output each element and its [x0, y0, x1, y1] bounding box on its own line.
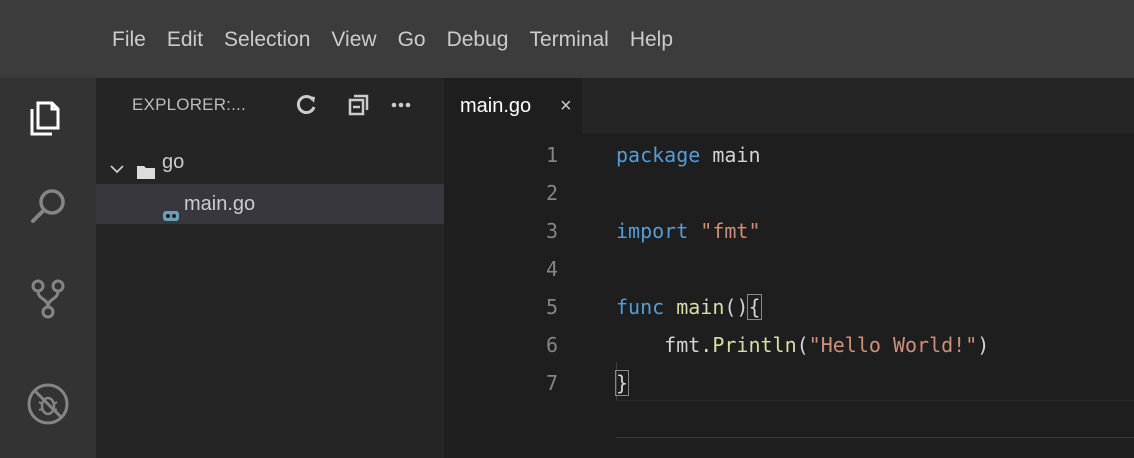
search-icon[interactable] — [24, 182, 72, 230]
keyword-token: import — [616, 219, 689, 243]
menu-edit[interactable]: Edit — [167, 22, 203, 58]
code-text: fmt.Println("Hello World!") — [616, 326, 989, 364]
code-text: func main(){ — [616, 288, 762, 326]
folder-label: go — [162, 151, 185, 173]
folder-icon — [136, 154, 156, 179]
menu-debug[interactable]: Debug — [447, 22, 509, 58]
menu-list: File Edit Selection View Go Debug Termin… — [112, 22, 694, 58]
paren-token: () — [724, 295, 749, 319]
code-line: 6 fmt.Println("Hello World!") — [444, 326, 1134, 364]
code-line: 4 — [444, 250, 1134, 288]
identifier-token: fmt. — [616, 333, 713, 357]
line-number: 2 — [545, 181, 558, 205]
explorer-header: EXPLORER:... — [96, 78, 444, 138]
file-label: main.go — [184, 193, 256, 215]
debug-icon[interactable] — [24, 380, 72, 428]
code-text: package main — [616, 136, 761, 174]
collapse-all-icon[interactable] — [346, 92, 372, 118]
string-token: "Hello World!" — [808, 333, 978, 357]
code-line: 5 func main(){ — [444, 288, 1134, 326]
keyword-token: package — [616, 143, 701, 167]
tab-main-go[interactable]: main.go × — [444, 78, 582, 134]
menu-bar: File Edit Selection View Go Debug Termin… — [0, 0, 1134, 78]
paren-token: ( — [796, 333, 809, 357]
refresh-icon[interactable] — [294, 92, 320, 118]
function-token: Println — [712, 333, 797, 357]
string-token: "fmt" — [688, 219, 761, 243]
source-control-icon[interactable] — [24, 274, 72, 322]
paren-token: ) — [977, 333, 990, 357]
menu-help[interactable]: Help — [630, 22, 673, 58]
code-line: 7 } — [444, 364, 1134, 402]
file-row-main-go[interactable]: main.go — [96, 184, 444, 224]
current-line-highlight — [616, 400, 1134, 438]
brace-token: } — [614, 370, 630, 396]
folder-row-go[interactable]: go — [96, 142, 444, 182]
code-text: } — [614, 364, 630, 402]
tab-label: main.go — [460, 95, 532, 117]
activity-bar — [0, 78, 96, 458]
menu-selection[interactable]: Selection — [224, 22, 310, 58]
line-number: 7 — [545, 371, 558, 395]
line-number: 4 — [545, 257, 558, 281]
files-icon[interactable] — [24, 94, 72, 142]
chevron-down-icon — [108, 152, 126, 174]
menu-file[interactable]: File — [112, 22, 146, 58]
menu-terminal[interactable]: Terminal — [529, 22, 608, 58]
menu-go[interactable]: Go — [398, 22, 426, 58]
go-file-icon — [162, 197, 180, 221]
line-number: 5 — [545, 295, 558, 319]
brace-token: { — [747, 294, 762, 320]
close-icon[interactable]: × — [560, 78, 572, 134]
explorer-title: EXPLORER:... — [132, 95, 246, 114]
explorer-sidebar: EXPLORER:... go main.go — [96, 78, 444, 458]
identifier-token: main — [700, 143, 761, 167]
code-line: 3 import "fmt" — [444, 212, 1134, 250]
code-editor[interactable]: 1 package main 2 3 import "fmt" 4 5 func… — [444, 134, 1134, 458]
more-actions-icon[interactable] — [388, 92, 414, 118]
line-number: 3 — [545, 219, 558, 243]
function-token: main — [664, 295, 725, 319]
line-number: 1 — [545, 143, 558, 167]
code-line: 1 package main — [444, 136, 1134, 174]
menu-view[interactable]: View — [331, 22, 376, 58]
editor-tab-bar: main.go × — [444, 78, 1134, 134]
keyword-token: func — [616, 295, 665, 319]
line-number: 6 — [545, 333, 558, 357]
code-line: 2 — [444, 174, 1134, 212]
code-text: import "fmt" — [616, 212, 761, 250]
